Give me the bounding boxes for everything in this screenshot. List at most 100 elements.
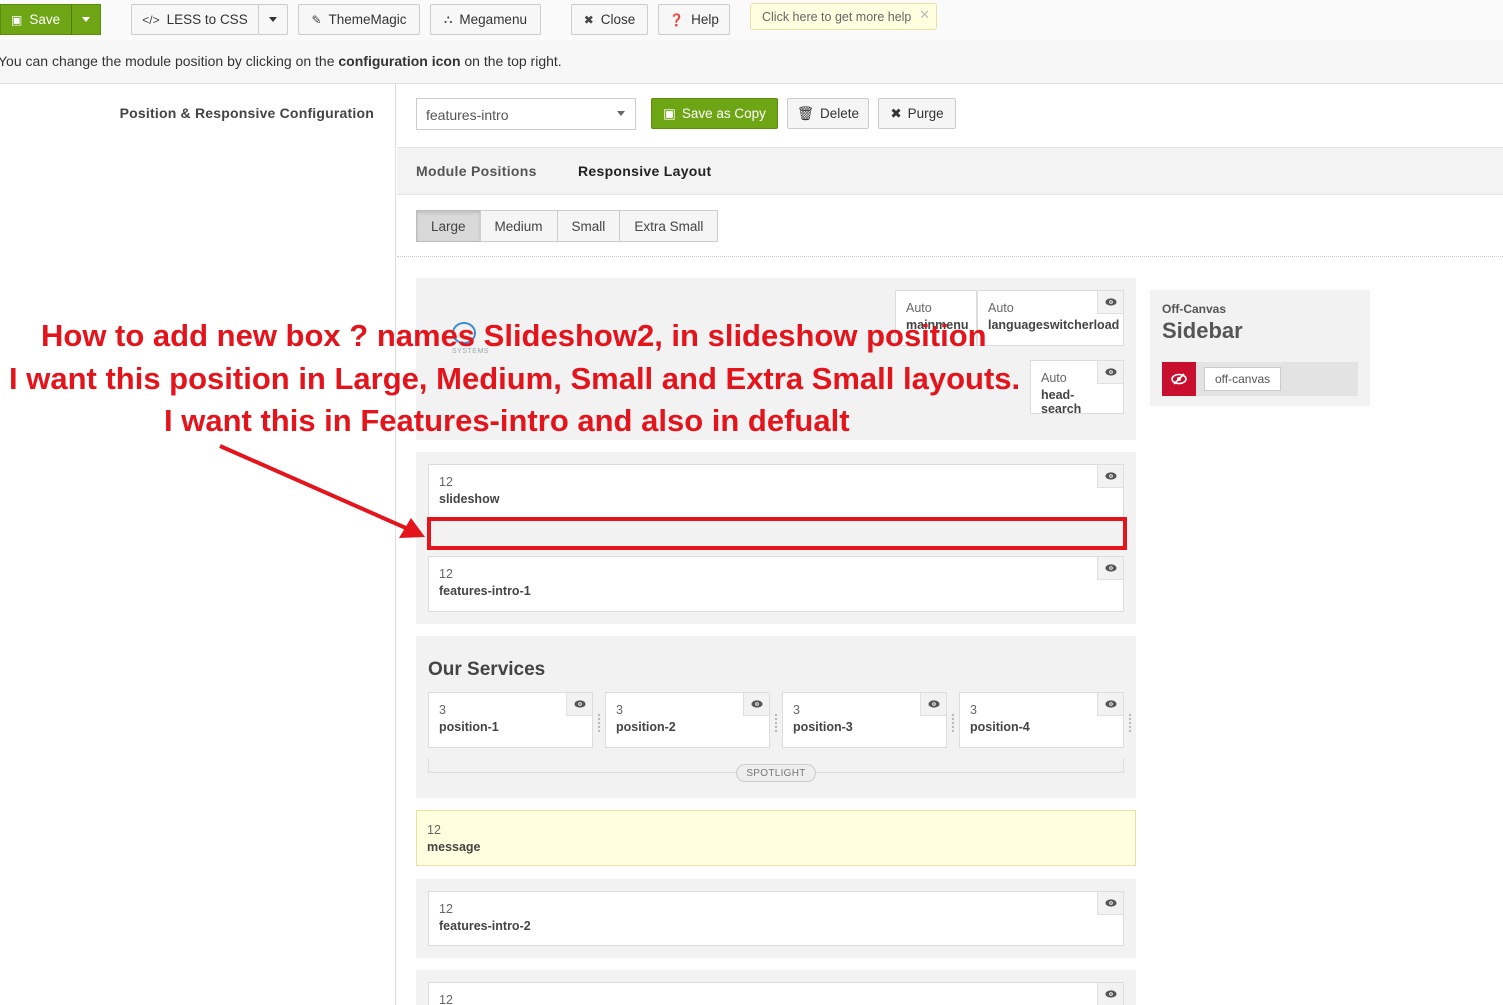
thememagic-button[interactable]: ✎ ThemeMagic xyxy=(298,4,420,35)
help-button[interactable]: ❓ Help xyxy=(658,4,730,35)
close-label: Close xyxy=(600,12,636,27)
device-small-button[interactable]: Small xyxy=(556,210,621,242)
span-width: 3 xyxy=(439,703,446,717)
module-box-features-intro-1[interactable]: 12 features-intro-1 xyxy=(428,556,1124,612)
position-config-label: Position & Responsive Configuration xyxy=(119,105,374,121)
spotlight-badge: SPOTLIGHT xyxy=(736,764,816,782)
span-width: 12 xyxy=(439,902,453,916)
position-name: languageswitcherload xyxy=(988,318,1120,332)
span-width: 3 xyxy=(970,703,977,717)
position-name: features-intro-1 xyxy=(439,584,531,598)
span-width: 3 xyxy=(793,703,800,717)
module-box-position-2[interactable]: 3 position-2 xyxy=(605,692,770,748)
span-width: 12 xyxy=(439,475,453,489)
delete-button[interactable]: 🗑 Delete xyxy=(787,98,869,129)
annotation-highlight-box xyxy=(427,517,1127,550)
resize-handle-icon[interactable] xyxy=(1128,713,1132,733)
description-bold: configuration icon xyxy=(338,53,461,69)
position-name: position-2 xyxy=(616,720,676,734)
purge-button[interactable]: ✖ Purge xyxy=(878,98,956,129)
megamenu-button[interactable]: ⛬ Megamenu xyxy=(430,4,541,35)
position-name: position-4 xyxy=(970,720,1030,734)
module-box-position-3[interactable]: 3 position-3 xyxy=(782,692,947,748)
position-name: slideshow xyxy=(439,492,500,506)
module-box-position-1[interactable]: 3 position-1 xyxy=(428,692,593,748)
help-tooltip[interactable]: Click here to get more help ✕ xyxy=(750,3,937,30)
eye-icon[interactable] xyxy=(566,693,592,716)
tab-module-positions[interactable]: Module Positions xyxy=(416,163,537,179)
description-text: You can change the module position by cl… xyxy=(0,53,562,69)
save-dropdown-button[interactable] xyxy=(71,4,101,35)
thememagic-label: ThemeMagic xyxy=(328,12,407,27)
save-icon: ▣ xyxy=(663,105,676,121)
eye-slash-icon[interactable] xyxy=(1162,362,1196,396)
resize-handle-icon[interactable] xyxy=(774,713,778,733)
module-box-position-4[interactable]: 3 position-4 xyxy=(959,692,1124,748)
position-name: position-1 xyxy=(439,720,499,734)
resize-handle-icon[interactable] xyxy=(951,713,955,733)
less-to-css-dropdown-button[interactable] xyxy=(258,4,288,35)
magic-wand-icon: ✎ xyxy=(311,12,322,27)
eye-icon[interactable] xyxy=(1097,983,1123,1005)
module-box-slideshow[interactable]: 12 slideshow xyxy=(428,464,1124,520)
section-title: Our Services xyxy=(428,659,546,680)
eye-icon[interactable] xyxy=(1097,361,1123,384)
next-section: 12 xyxy=(416,970,1136,1005)
save-icon: ▣ xyxy=(11,12,23,27)
save-as-copy-button[interactable]: ▣ Save as Copy xyxy=(651,98,778,129)
eye-icon[interactable] xyxy=(1097,291,1123,314)
divider xyxy=(397,256,1503,257)
sitemap-icon: ⛬ xyxy=(444,12,453,26)
tabs-bar: Module Positions Responsive Layout xyxy=(397,147,1503,195)
device-switcher: Large Medium Small Extra Small xyxy=(416,210,719,242)
annotation-arrow-icon xyxy=(219,444,425,538)
annotation-line-3: I want this in Features-intro and also i… xyxy=(164,403,850,438)
eye-icon[interactable] xyxy=(920,693,946,716)
chevron-down-icon xyxy=(617,111,625,116)
module-box-features-intro-2[interactable]: 12 features-intro-2 xyxy=(428,891,1124,946)
layout-select-value: features-intro xyxy=(426,107,509,123)
eye-icon[interactable] xyxy=(1097,892,1123,915)
less-to-css-button[interactable]: </> LESS to CSS xyxy=(131,4,259,35)
code-icon: </> xyxy=(142,12,160,27)
resize-handle-icon[interactable] xyxy=(597,713,601,733)
position-name: head-search xyxy=(1041,388,1082,416)
offcanvas-title: Sidebar xyxy=(1162,318,1243,343)
offcanvas-position-chip[interactable]: off-canvas xyxy=(1204,367,1282,391)
module-box-head-search[interactable]: Auto head-search xyxy=(1030,360,1124,416)
eye-icon[interactable] xyxy=(1097,465,1123,488)
less-to-css-label: LESS to CSS xyxy=(166,12,248,27)
close-button[interactable]: ✖ Close xyxy=(571,4,648,35)
offcanvas-row: off-canvas xyxy=(1162,362,1358,396)
span-width: 12 xyxy=(427,823,441,837)
services-section: Our Services 3 position-1 3 position-2 3… xyxy=(416,636,1136,798)
span-width: Auto xyxy=(988,301,1014,315)
device-extra-small-button[interactable]: Extra Small xyxy=(619,210,719,242)
position-name: message xyxy=(427,840,481,854)
position-name: position-3 xyxy=(793,720,853,734)
chevron-down-icon xyxy=(269,17,277,22)
device-medium-button[interactable]: Medium xyxy=(479,210,558,242)
close-icon: ✖ xyxy=(890,105,902,121)
device-large-button[interactable]: Large xyxy=(416,210,481,242)
help-label: Help xyxy=(691,12,719,27)
save-button[interactable]: ▣ Save xyxy=(0,4,72,35)
module-box-next[interactable]: 12 xyxy=(428,982,1124,1005)
close-icon[interactable]: ✕ xyxy=(919,7,930,23)
eye-icon[interactable] xyxy=(1097,557,1123,580)
close-icon: ✖ xyxy=(583,12,594,27)
tab-responsive-layout[interactable]: Responsive Layout xyxy=(578,163,711,179)
module-box-languageswitcherload[interactable]: Auto languageswitcherload xyxy=(977,290,1124,346)
chevron-down-icon xyxy=(82,17,90,22)
trash-icon: 🗑 xyxy=(796,105,815,121)
eye-icon[interactable] xyxy=(743,693,769,716)
position-name: features-intro-2 xyxy=(439,919,531,933)
span-width: 12 xyxy=(439,993,453,1005)
eye-icon[interactable] xyxy=(1097,693,1123,716)
purge-label: Purge xyxy=(907,106,944,121)
features-intro-2-section: 12 features-intro-2 xyxy=(416,879,1136,958)
description-suffix: on the top right. xyxy=(460,53,562,69)
layout-select[interactable]: features-intro xyxy=(416,98,636,130)
module-box-message[interactable]: 12 message xyxy=(416,810,1136,866)
span-width: 3 xyxy=(616,703,623,717)
